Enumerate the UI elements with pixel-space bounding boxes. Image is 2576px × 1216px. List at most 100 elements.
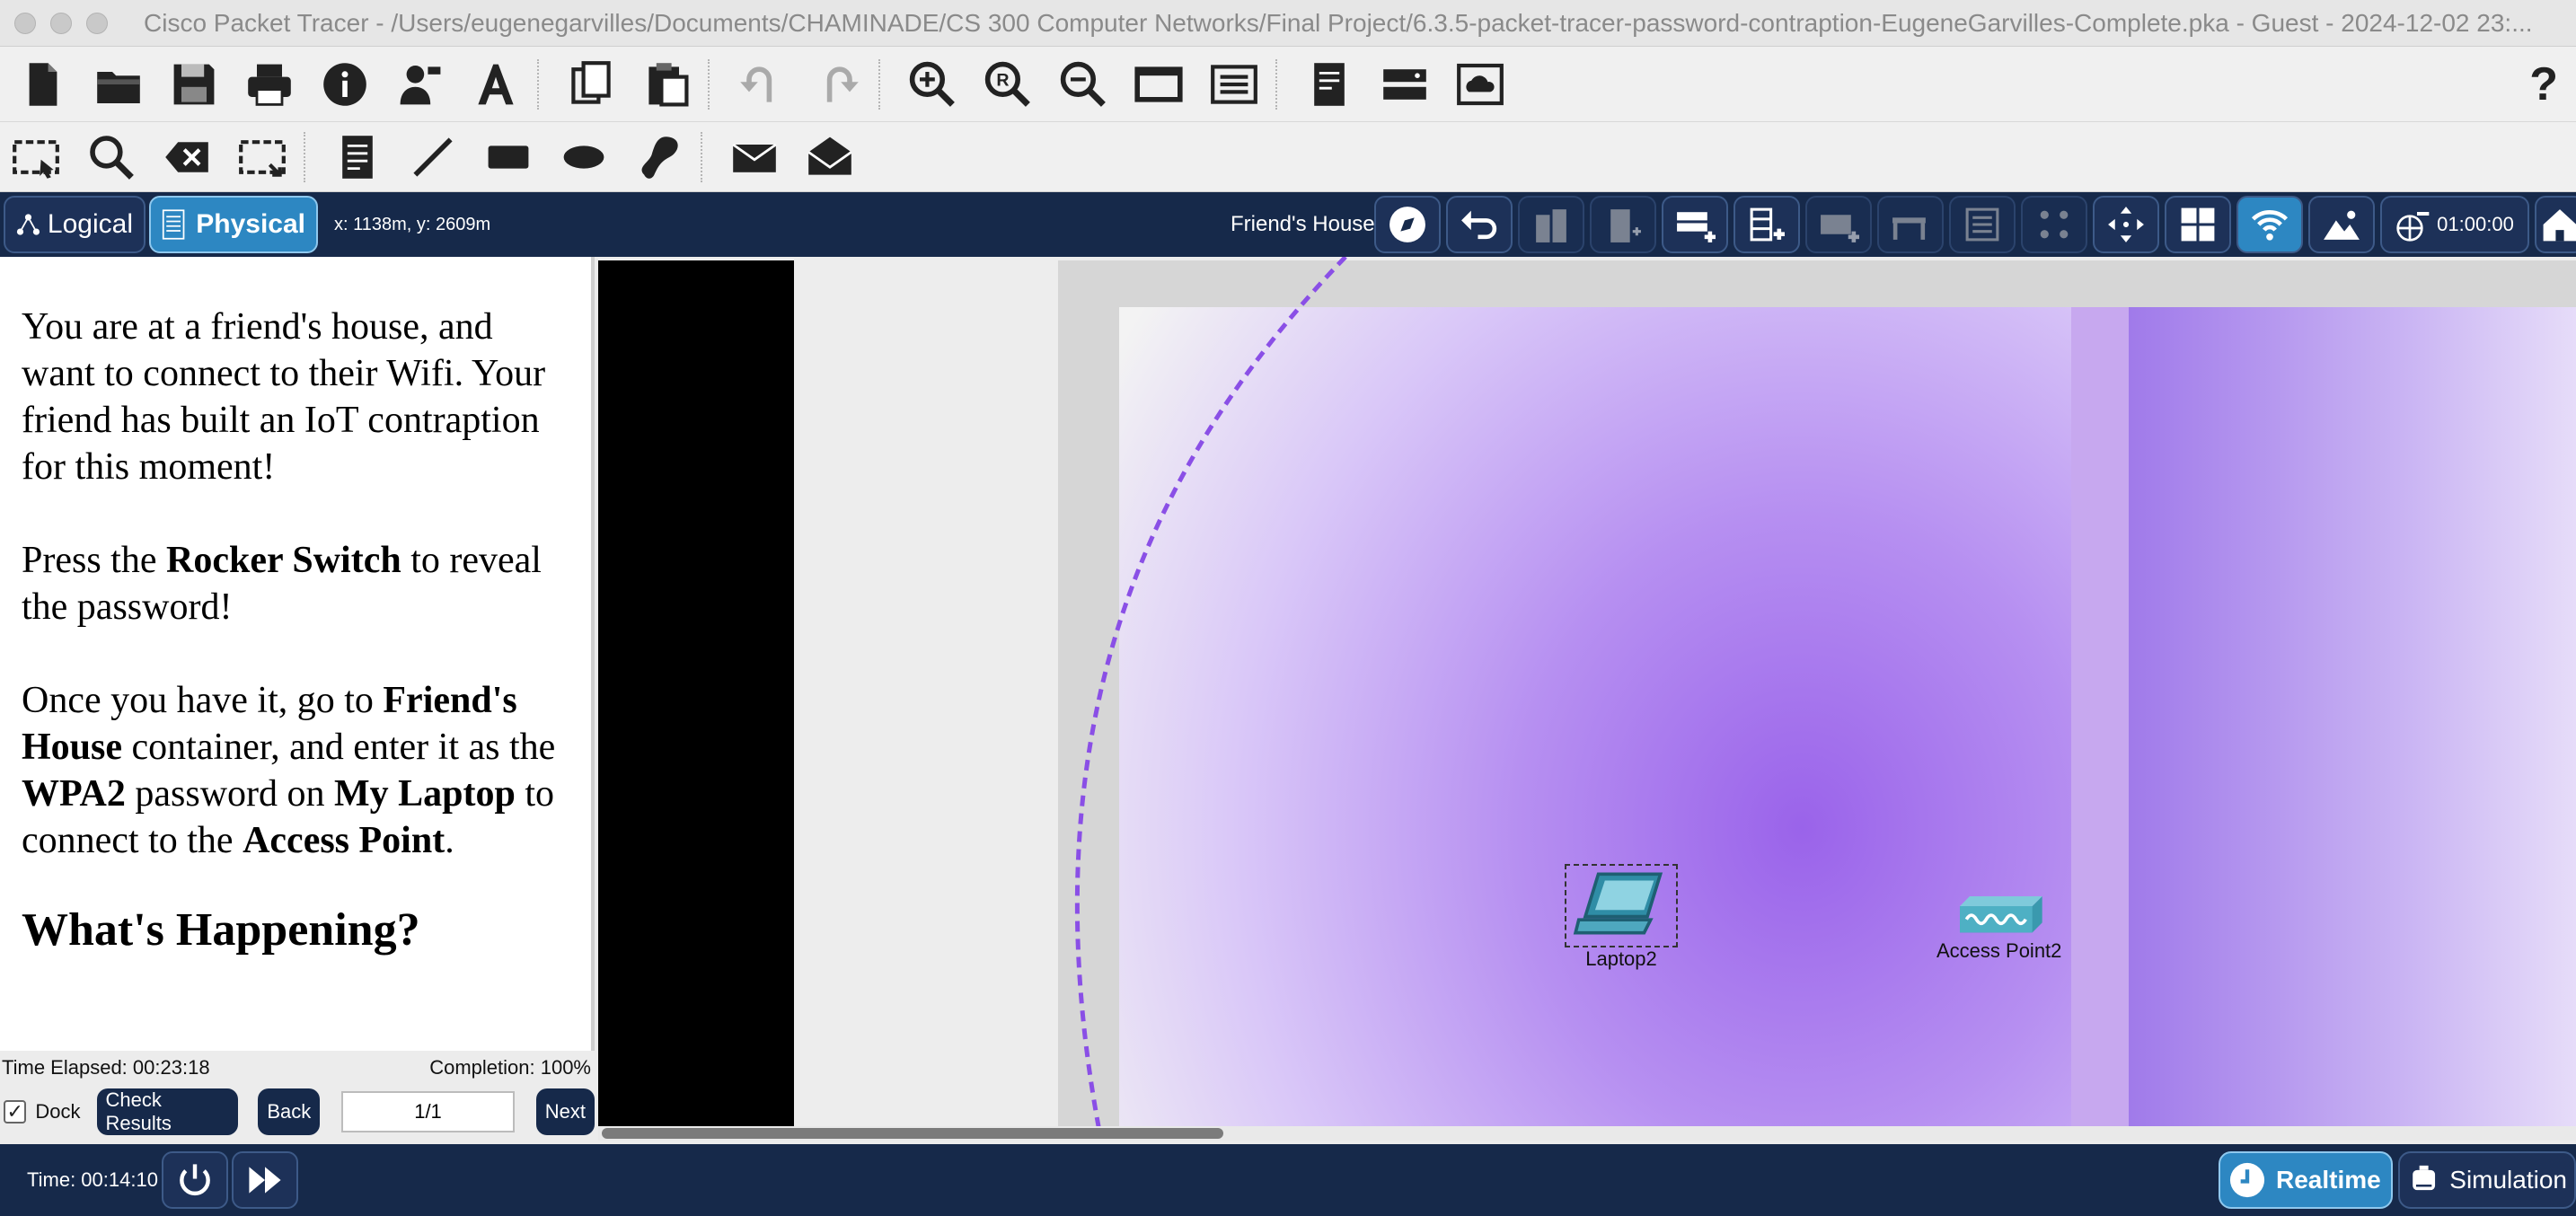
logical-tab-label: Logical — [47, 209, 133, 239]
close-window-button[interactable] — [14, 12, 36, 34]
notes-icon[interactable] — [1297, 55, 1362, 114]
window-icon[interactable] — [1126, 55, 1191, 114]
home-icon[interactable] — [2535, 196, 2576, 253]
back-container-icon[interactable] — [1446, 196, 1513, 253]
new-cluster-icon[interactable] — [2021, 196, 2087, 253]
clock-icon — [2229, 1162, 2265, 1198]
access-point-device[interactable]: Access Point2 — [1936, 893, 2061, 963]
fast-forward-time-icon[interactable] — [231, 1151, 298, 1209]
toolbar-separator — [701, 131, 702, 182]
physical-tab-label: Physical — [196, 209, 305, 239]
back-button[interactable]: Back — [258, 1088, 321, 1135]
paste-icon[interactable] — [634, 55, 699, 114]
new-wiring-closet-icon[interactable] — [1805, 196, 1872, 253]
laptop-device[interactable]: Laptop2 — [1565, 864, 1678, 971]
info-icon[interactable] — [313, 55, 377, 114]
page-indicator[interactable]: 1/1 — [341, 1091, 515, 1132]
laptop-icon — [1573, 872, 1663, 935]
activity-instructions-panel: You are at a friend's house, and want to… — [0, 257, 595, 1056]
delete-icon[interactable] — [154, 128, 219, 187]
background-image-icon[interactable] — [2308, 196, 2375, 253]
inspect-icon[interactable] — [79, 128, 144, 187]
zoom-window-button[interactable] — [86, 12, 108, 34]
navigation-panel-icon[interactable] — [1374, 196, 1441, 253]
line-icon[interactable] — [401, 128, 465, 187]
complex-pdu-icon[interactable] — [798, 128, 862, 187]
topology-icon — [16, 214, 40, 235]
new-file-icon[interactable] — [11, 55, 75, 114]
instruction-text: You are at a friend's house, and want to… — [22, 304, 569, 954]
realtime-mode-button[interactable]: Realtime — [2219, 1151, 2393, 1209]
simple-pdu-icon[interactable] — [722, 128, 787, 187]
zoom-reset-icon[interactable]: R — [975, 55, 1040, 114]
title-bar: Cisco Packet Tracer - /Users/eugenegarvi… — [0, 0, 2576, 47]
zoom-out-icon[interactable] — [1051, 55, 1116, 114]
window-title: Cisco Packet Tracer - /Users/eugenegarvi… — [144, 8, 2533, 37]
instruction-paragraph-3: Once you have it, go to Friend's House c… — [22, 677, 569, 864]
device-icon[interactable] — [1372, 55, 1437, 114]
globe-clock-icon — [2396, 212, 2430, 242]
stopwatch-icon — [2413, 1165, 2436, 1191]
power-cycle-devices-icon[interactable] — [161, 1151, 228, 1209]
activity-wizard-icon[interactable] — [388, 55, 453, 114]
print-icon[interactable] — [237, 55, 302, 114]
main-toolbar: R ? — [0, 47, 2576, 122]
new-table-icon[interactable] — [1734, 196, 1800, 253]
toolbar-separator — [537, 58, 539, 110]
cursor-coordinates: x: 1138m, y: 2609m — [334, 214, 491, 234]
toolbar-separator — [878, 58, 880, 110]
grid-icon[interactable] — [2165, 196, 2231, 253]
save-icon[interactable] — [162, 55, 226, 114]
toolbar-separator — [304, 131, 305, 182]
instruction-text-run: . — [445, 820, 454, 861]
time-elapsed: Time Elapsed: 00:23:18 — [2, 1056, 210, 1079]
physical-tab[interactable]: Physical — [149, 196, 318, 253]
new-desk-icon[interactable] — [1877, 196, 1944, 253]
simulation-label: Simulation — [2449, 1166, 2567, 1194]
select-icon[interactable] — [4, 128, 68, 187]
access-point-label: Access Point2 — [1936, 939, 2062, 962]
horizontal-scrollbar[interactable] — [598, 1126, 2576, 1141]
new-city-icon[interactable] — [1518, 196, 1584, 253]
physical-workspace[interactable]: Laptop2 Access Point2 — [598, 257, 2576, 1141]
window-controls — [14, 12, 108, 34]
new-building-icon[interactable] — [1590, 196, 1656, 253]
dock-checkbox[interactable]: ✓ — [4, 1100, 27, 1123]
check-results-button[interactable]: Check Results — [96, 1088, 239, 1135]
text-tool-icon[interactable] — [463, 55, 528, 114]
simulation-mode-button[interactable]: Simulation — [2398, 1151, 2576, 1209]
copy-icon[interactable] — [559, 55, 623, 114]
rack-icon — [162, 209, 185, 240]
new-shelf-icon[interactable] — [1949, 196, 2016, 253]
move-object-icon[interactable] — [2093, 196, 2159, 253]
completion-percentage: Completion: 100% — [429, 1056, 591, 1079]
wireless-range-icon[interactable] — [2236, 196, 2303, 253]
new-rack-icon[interactable] — [1662, 196, 1728, 253]
minimize-window-button[interactable] — [50, 12, 72, 34]
zoom-in-icon[interactable] — [900, 55, 965, 114]
redo-icon[interactable] — [805, 55, 869, 114]
scrollbar-thumb[interactable] — [602, 1128, 1223, 1139]
palette-icon[interactable] — [1202, 55, 1266, 114]
undo-icon[interactable] — [729, 55, 794, 114]
cloud-icon[interactable] — [1448, 55, 1513, 114]
note-icon[interactable] — [325, 128, 390, 187]
selection-box — [1565, 864, 1678, 947]
help-icon[interactable]: ? — [2529, 47, 2558, 122]
rectangle-icon[interactable] — [476, 128, 541, 187]
instruction-paragraph-1: You are at a friend's house, and want to… — [22, 306, 546, 488]
environment-clock-button[interactable]: 01:00:00 — [2380, 196, 2529, 253]
activity-control-row: ✓ Dock Check Results Back 1/1 Next — [4, 1088, 595, 1135]
instruction-text-run: container, and enter it as the — [122, 727, 556, 768]
next-button[interactable]: Next — [535, 1088, 595, 1135]
instruction-heading: What's Happening? — [22, 904, 420, 956]
simulation-time: Time: 00:14:10 — [27, 1168, 158, 1191]
logical-tab[interactable]: Logical — [4, 196, 146, 253]
activity-controls: Time Elapsed: 00:23:18 Completion: 100% … — [0, 1051, 595, 1144]
open-folder-icon[interactable] — [86, 55, 151, 114]
resize-icon[interactable] — [230, 128, 295, 187]
freeform-icon[interactable] — [627, 128, 692, 187]
svg-text:R: R — [996, 70, 1009, 90]
ellipse-icon[interactable] — [551, 128, 616, 187]
instruction-paragraph-2: Press the Rocker Switch to reveal the pa… — [22, 537, 569, 630]
